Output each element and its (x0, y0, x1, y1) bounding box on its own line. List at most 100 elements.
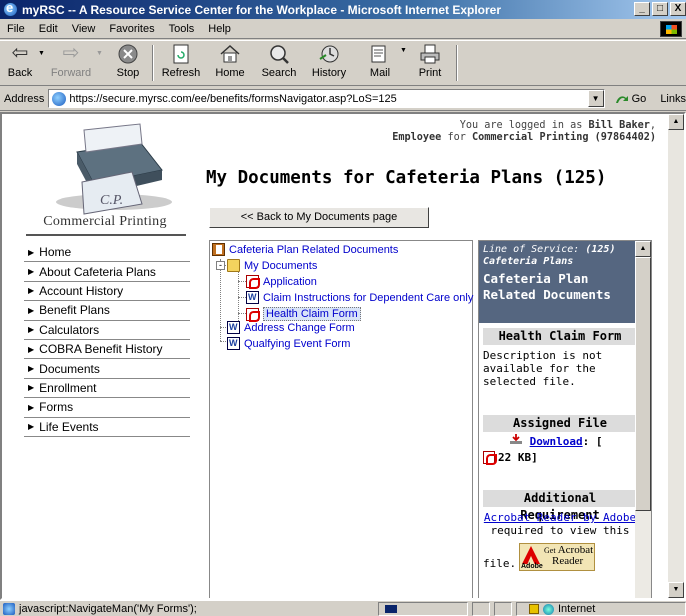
menu-help[interactable]: Help (201, 23, 238, 35)
collapse-toggle[interactable]: - (216, 261, 225, 270)
menu-favorites[interactable]: Favorites (102, 23, 161, 35)
menu-view[interactable]: View (65, 23, 103, 35)
stop-label: Stop (116, 67, 140, 79)
tree-item-application[interactable]: Application (246, 275, 317, 289)
menu-edit[interactable]: Edit (32, 23, 65, 35)
forward-button[interactable]: ⇨ Forward (48, 43, 94, 85)
page-scrollbar[interactable]: ▲ ▼ (668, 114, 684, 598)
nav-label: Life Events (39, 419, 99, 434)
tree-item-label: Application (263, 275, 317, 288)
nav-item-calculators[interactable]: ▶ Calculators (24, 321, 190, 340)
nav-item-cobra-benefit-history[interactable]: ▶ COBRA Benefit History (24, 340, 190, 360)
lock-icon (529, 604, 539, 614)
tree-item-label: Claim Instructions for Dependent Care on… (263, 291, 474, 304)
login-prefix: You are logged in as (459, 120, 583, 131)
file-word: file. (483, 557, 517, 570)
nav-item-benefit-plans[interactable]: ▶ Benefit Plans (24, 301, 190, 321)
scroll-up-icon[interactable]: ▲ (635, 241, 651, 257)
main-content: You are logged in as Bill Baker, Employe… (200, 114, 656, 598)
tree-item-address-change-form[interactable]: Address Change Form (227, 321, 355, 334)
forward-arrow-icon: ⇨ (62, 42, 80, 64)
word-doc-icon (246, 291, 259, 304)
refresh-button[interactable]: Refresh (158, 43, 204, 85)
go-button[interactable]: Go (615, 93, 646, 105)
window-title: myRSC -- A Resource Service Center for t… (22, 2, 502, 17)
stop-icon (116, 43, 140, 65)
address-dropdown-button[interactable]: ▼ (587, 90, 604, 107)
badge-reader: Reader (552, 555, 584, 567)
close-button[interactable]: X (670, 2, 686, 16)
left-column: C.P. Commercial Printing ▶ Home ▶ About Ca… (12, 114, 198, 598)
status-text: javascript:NavigateMan('My Forms'); (19, 602, 197, 615)
login-org: Employee for Commercial Printing (978644… (392, 132, 656, 143)
tree-item-qualifying-event-form[interactable]: Qualfying Event Form (227, 337, 350, 350)
nav-arrow-icon: ▶ (28, 305, 35, 315)
get-acrobat-reader-badge[interactable]: Get Acrobat Reader Adobe (519, 543, 595, 571)
detail-scrollbar[interactable]: ▲ (635, 241, 651, 598)
nav-arrow-icon: ▶ (28, 325, 35, 335)
back-button[interactable]: ⇦ Back (2, 43, 38, 85)
additional-requirement-heading: Additional Requirement (483, 490, 637, 522)
nav-arrow-icon: ▶ (28, 286, 35, 296)
nav-item-enrollment[interactable]: ▶ Enrollment (24, 379, 190, 399)
nav-label: Forms (39, 400, 74, 415)
forward-dropdown-icon[interactable]: ▼ (96, 50, 103, 57)
tree-item-health-claim-form[interactable]: Health Claim Form (246, 307, 361, 322)
print-button[interactable]: Print (410, 43, 450, 85)
menu-tools[interactable]: Tools (162, 23, 202, 35)
mail-button[interactable]: Mail (356, 43, 404, 85)
maximize-button[interactable]: □ (652, 2, 668, 16)
links-button[interactable]: Links (660, 93, 686, 105)
tree-item-claim-instructions[interactable]: Claim Instructions for Dependent Care on… (246, 291, 473, 304)
back-to-documents-button[interactable]: << Back to My Documents page (209, 207, 429, 228)
search-icon (267, 43, 291, 65)
refresh-icon (169, 43, 193, 65)
scroll-down-icon[interactable]: ▼ (668, 582, 684, 598)
login-organization: Commercial Printing (97864402) (471, 132, 656, 143)
minimize-button[interactable]: _ (634, 2, 650, 16)
back-dropdown-icon[interactable]: ▼ (38, 50, 45, 57)
home-label: Home (215, 67, 245, 79)
acrobat-reader-link[interactable]: Acrobat Reader by Adobe (484, 511, 636, 524)
tree-root-label: Cafeteria Plan Related Documents (229, 243, 399, 256)
tree-folder-my-documents[interactable]: My Documents (227, 259, 317, 272)
download-link[interactable]: Download (530, 435, 583, 448)
forward-label: Forward (50, 67, 92, 79)
doc-title-heading: Health Claim Form (483, 328, 637, 345)
detail-category: Cafeteria Plan Related Documents (483, 271, 611, 302)
progress-cell (378, 602, 468, 616)
go-arrow-icon (615, 95, 628, 103)
login-status: You are logged in as Bill Baker, (460, 120, 656, 131)
nav-item-account-history[interactable]: ▶ Account History (24, 282, 190, 302)
tree-connector (238, 297, 246, 298)
mail-dropdown-icon[interactable]: ▼ (400, 47, 407, 54)
nav-item-forms[interactable]: ▶ Forms (24, 398, 190, 418)
file-size: 22 KB] (498, 451, 538, 464)
search-button[interactable]: Search (256, 43, 302, 85)
home-button[interactable]: Home (210, 43, 250, 85)
detail-scroll-thumb[interactable] (635, 257, 651, 511)
zone-text: Internet (558, 603, 596, 615)
page-title: My Documents for Cafeteria Plans (125) (206, 168, 607, 188)
nav-label: Documents (39, 361, 100, 376)
scroll-up-icon[interactable]: ▲ (668, 114, 684, 130)
history-button[interactable]: History (306, 43, 352, 85)
pdf-icon (246, 307, 260, 322)
nav-arrow-icon: ▶ (28, 267, 35, 277)
download-row: Download: [ (483, 433, 637, 448)
menu-file[interactable]: File (0, 23, 32, 35)
nav-item-home[interactable]: ▶ Home (24, 243, 190, 263)
nav-item-life-events[interactable]: ▶ Life Events (24, 418, 190, 437)
status-cell (494, 602, 512, 616)
file-size-row: 22 KB] (483, 451, 637, 465)
title-bar[interactable]: myRSC -- A Resource Service Center for t… (0, 0, 686, 19)
page-viewport: C.P. Commercial Printing ▶ Home ▶ About Ca… (0, 112, 686, 600)
stop-button[interactable]: Stop (108, 43, 148, 85)
globe-icon (543, 603, 554, 615)
tree-root[interactable]: Cafeteria Plan Related Documents (212, 243, 398, 256)
nav-item-about-cafeteria-plans[interactable]: ▶ About Cafeteria Plans (24, 262, 190, 282)
address-input[interactable]: https://secure.myrsc.com/ee/benefits/for… (48, 89, 605, 108)
history-icon (317, 43, 341, 65)
nav-item-documents[interactable]: ▶ Documents (24, 359, 190, 379)
address-url[interactable]: https://secure.myrsc.com/ee/benefits/for… (69, 93, 396, 105)
